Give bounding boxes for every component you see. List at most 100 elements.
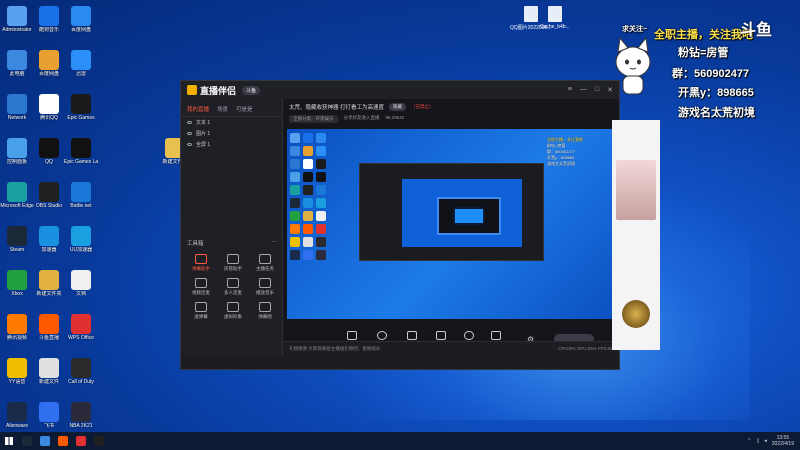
stream-info: 太荒、隐藏收获神器 打打看工为高速度 隐藏 （已禁止） 全部分类：开黑娱乐 分享… <box>283 99 619 127</box>
stream-preview[interactable]: 全职主播，关注我吧 粉钻=房管 群：560902477 开黑y：898665 游… <box>287 129 619 319</box>
source-item[interactable]: 全屏 1 <box>181 139 282 150</box>
desktop-icon[interactable]: Network <box>2 92 32 136</box>
desktop-icon[interactable]: 文档 <box>66 268 96 312</box>
mini-app-icon <box>303 185 313 195</box>
tab-my-live[interactable]: 我的直播 <box>187 105 209 113</box>
toolbox-header: 工具箱 ⋯ <box>187 239 277 247</box>
tool-button[interactable]: 视频连麦 <box>185 278 217 296</box>
desktop-icon[interactable]: QQ <box>34 136 64 180</box>
tool-button[interactable]: 主播任务 <box>249 254 281 272</box>
app-icon <box>7 270 27 290</box>
desktop-icon[interactable]: Battle.net <box>66 180 96 224</box>
desktop-icon[interactable]: 此电脑 <box>2 48 32 92</box>
desktop-icon[interactable]: 控制面板 <box>2 136 32 180</box>
windows-icon <box>5 437 13 445</box>
mini-app-icon <box>316 133 326 143</box>
desktop-icon[interactable]: 新建文件夹 <box>34 268 64 312</box>
more-icon[interactable]: ⋯ <box>272 239 278 247</box>
mini-app-icon <box>303 250 313 260</box>
taskbar-steam-button[interactable] <box>18 432 36 450</box>
desktop-icon[interactable]: 加速器 <box>34 224 64 268</box>
taskbar-chrome-button[interactable] <box>36 432 54 450</box>
clock[interactable]: 13:55 2022/4/19 <box>772 435 794 447</box>
chevron-up-icon[interactable]: ⌃ <box>747 438 751 444</box>
mini-app-icon <box>290 159 300 169</box>
desktop-icons-column-1: Administrator 此电脑 Network 控制面板 Microsoft Edg… <box>0 4 34 444</box>
desktop-icon[interactable]: YY语音 <box>2 356 32 400</box>
desktop-icon[interactable]: OBS Studio <box>34 180 64 224</box>
minimize-icon[interactable]: — <box>580 86 587 94</box>
tool-button[interactable]: 多人连麦 <box>217 278 249 296</box>
tab-other[interactable]: 可是是 <box>236 105 253 113</box>
tool-button[interactable]: 弹幕图 <box>249 302 281 320</box>
media-icon <box>436 330 447 340</box>
left-panel: 我的直播 场景 可是是 文本 1 图片 1 全屏 1 工具箱 ⋯ 弹幕助手 房管助… <box>181 99 283 355</box>
menu-icon[interactable]: ≡ <box>568 86 572 94</box>
desktop-icon[interactable]: 百度网盘 <box>34 48 64 92</box>
category-chip[interactable]: 全部分类：开黑娱乐 <box>289 115 338 123</box>
eye-icon[interactable] <box>187 143 192 146</box>
mini-app-icon <box>316 224 326 234</box>
desktop-icon[interactable]: WPS Office <box>66 312 96 356</box>
slogan-text: 全职主播，关注我吧 <box>654 29 753 41</box>
title-bar[interactable]: 直播伴侣 斗鱼 ≡ — □ ✕ <box>181 81 619 99</box>
system-tray: ⌃ ▯ ◂ 13:55 2022/4/19 <box>747 435 800 447</box>
desktop-icon[interactable]: 酷狗音乐 <box>34 4 64 48</box>
app-icon <box>71 270 91 290</box>
tool-button[interactable]: 虚拟形象 <box>217 302 249 320</box>
douyu-icon <box>58 436 68 446</box>
desktop-icon[interactable]: 腾讯视频 <box>2 312 32 356</box>
taskbar-obs-button[interactable] <box>90 432 108 450</box>
platform-badge[interactable]: 斗鱼 <box>242 85 261 95</box>
desktop-icon[interactable]: Administrator <box>2 4 32 48</box>
maximize-icon[interactable]: □ <box>595 86 599 94</box>
tool-button[interactable]: 弹幕助手 <box>185 254 217 272</box>
game-name-text: 游戏名太荒初境 <box>678 107 755 119</box>
app-icon <box>39 402 59 422</box>
eye-icon[interactable] <box>187 132 192 135</box>
share-link[interactable]: 分享好友进入直播 <box>344 115 380 123</box>
desktop-icon[interactable]: 迅雷 <box>66 48 96 92</box>
app-logo-icon <box>187 85 197 95</box>
stream-title[interactable]: 太荒、隐藏收获神器 打打看工为高速度 <box>289 103 384 111</box>
tool-button[interactable]: 播放音乐 <box>249 278 281 296</box>
network-icon[interactable]: ▯ <box>756 438 759 444</box>
taskbar-game-button[interactable] <box>72 432 90 450</box>
tool-button[interactable]: 送弹幕 <box>185 302 217 320</box>
eye-icon[interactable] <box>187 121 192 124</box>
desktop-icon[interactable]: Xbox <box>2 268 32 312</box>
toolbox-grid: 弹幕助手 房管助手 主播任务视频连麦 多人连麦 播放音乐送弹幕 虚拟形象 弹幕图 <box>185 254 281 320</box>
source-item[interactable]: 图片 1 <box>181 128 282 139</box>
close-icon[interactable]: ✕ <box>607 86 613 94</box>
desktop-icon[interactable]: Steam <box>2 224 32 268</box>
desktop-icon[interactable]: 百度网盘 <box>66 4 96 48</box>
volume-icon[interactable]: ◂ <box>764 438 767 444</box>
desktop-icon[interactable]: Microsoft Edge <box>0 180 34 224</box>
desktop-file-2[interactable]: Cache_b4b... <box>540 6 570 30</box>
tool-icon <box>259 278 271 288</box>
app-icon <box>7 94 27 114</box>
app-icon <box>7 314 27 334</box>
app-icon <box>71 402 91 422</box>
title-badge[interactable]: 隐藏 <box>389 103 407 111</box>
desktop-icon[interactable]: UU加速器 <box>66 224 96 268</box>
start-button[interactable] <box>0 432 18 450</box>
tool-button[interactable]: 房管助手 <box>217 254 249 272</box>
desktop-icon[interactable]: Epic Games <box>66 92 96 136</box>
tool-icon <box>227 302 239 312</box>
mini-app-icon <box>303 211 313 221</box>
desktop-icon[interactable]: Epic Games Launcher <box>64 136 98 180</box>
taskbar-douyu-button[interactable] <box>54 432 72 450</box>
live-companion-window[interactable]: 直播伴侣 斗鱼 ≡ — □ ✕ 我的直播 场景 可是是 文本 1 图片 1 全屏… <box>180 80 620 370</box>
mini-app-icon <box>316 185 326 195</box>
app-icon <box>71 358 91 378</box>
desktop-icon[interactable]: 腾讯QQ <box>34 92 64 136</box>
chrome-icon <box>40 436 50 446</box>
mini-app-icon <box>303 172 313 182</box>
desktop-icon[interactable]: Call of Duty <box>66 356 96 400</box>
source-item[interactable]: 文本 1 <box>181 117 282 128</box>
desktop-icon[interactable]: 斗鱼直播 <box>34 312 64 356</box>
app-icon <box>39 314 59 334</box>
tab-scene[interactable]: 场景 <box>217 105 228 113</box>
desktop-icon[interactable]: 新建文件 <box>34 356 64 400</box>
